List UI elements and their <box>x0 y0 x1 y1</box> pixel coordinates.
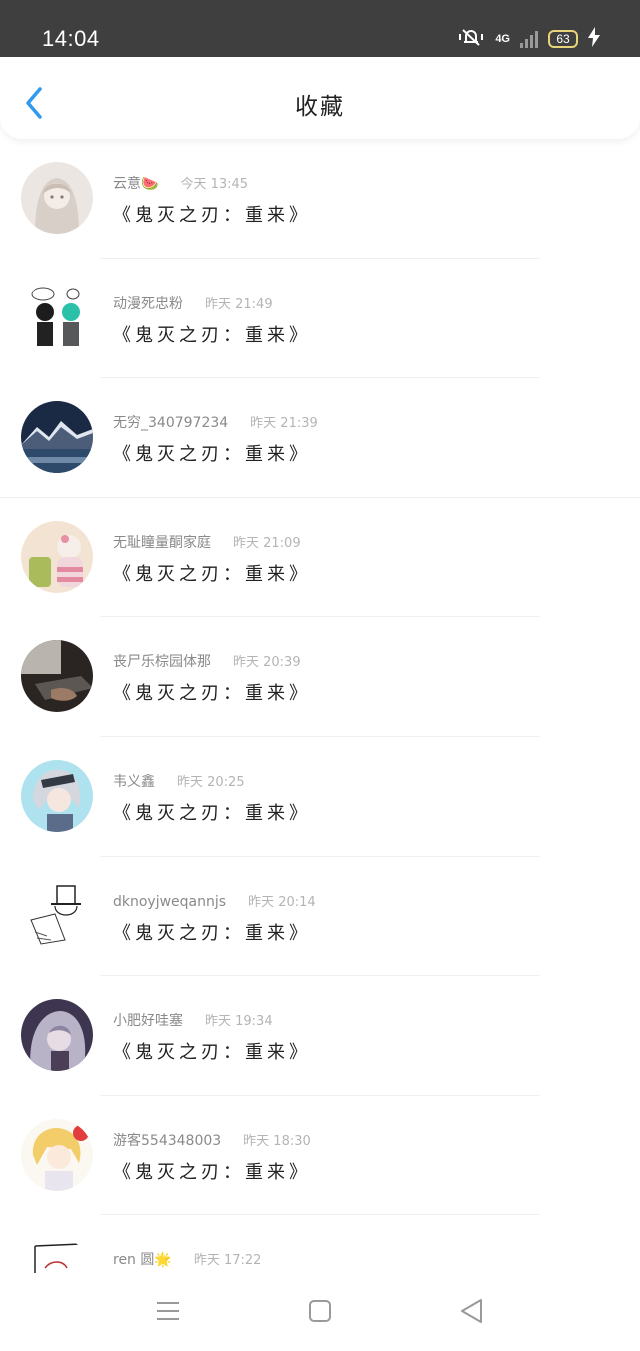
avatar[interactable] <box>21 879 93 952</box>
item-meta: 无耻瞳量酮家庭 昨天 21:09 <box>113 532 301 552</box>
item-meta: 小肥好哇塞 昨天 19:34 <box>113 1010 273 1030</box>
item-meta: 动漫死忠粉 昨天 21:49 <box>113 293 273 313</box>
favorite-title[interactable]: 《鬼灭之刃：重来》 <box>113 919 311 945</box>
timestamp: 昨天 21:39 <box>250 416 318 432</box>
list-item[interactable]: dknoyjweqannjs 昨天 20:14 《鬼灭之刃：重来》 <box>0 857 640 977</box>
timestamp: 昨天 21:09 <box>233 535 301 551</box>
timestamp: 昨天 20:39 <box>233 655 301 671</box>
system-nav-bar <box>0 1273 640 1351</box>
favorite-title[interactable]: 《鬼灭之刃：重来》 <box>113 799 311 825</box>
favorite-title[interactable]: 《鬼灭之刃：重来》 <box>113 1038 311 1064</box>
menu-icon <box>157 1302 179 1320</box>
home-button[interactable] <box>302 1293 338 1329</box>
signal-icon <box>520 30 538 48</box>
list-item[interactable]: 韦义鑫 昨天 20:25 《鬼灭之刃：重来》 <box>0 737 640 857</box>
status-time: 14:04 <box>42 26 100 51</box>
page-title: 收藏 <box>295 94 345 120</box>
favorite-title[interactable]: 《鬼灭之刃：重来》 <box>113 440 311 466</box>
favorites-list: 云意🍉 今天 13:45 《鬼灭之刃：重来》 动漫死忠粉 昨天 21:49 《鬼… <box>0 139 640 1273</box>
list-item[interactable]: ren 圆🌟 昨天 17:22 <box>0 1215 640 1273</box>
timestamp: 昨天 20:14 <box>248 894 316 910</box>
menu-button[interactable] <box>150 1293 186 1329</box>
item-meta: 云意🍉 今天 13:45 <box>113 173 248 193</box>
list-item[interactable]: 云意🍉 今天 13:45 《鬼灭之刃：重来》 <box>0 139 640 259</box>
user-name[interactable]: 无穷_340797234 <box>113 412 228 432</box>
user-name[interactable]: 小肥好哇塞 <box>113 1010 183 1030</box>
list-item[interactable]: 小肥好哇塞 昨天 19:34 《鬼灭之刃：重来》 <box>0 976 640 1096</box>
list-item[interactable]: 无耻瞳量酮家庭 昨天 21:09 《鬼灭之刃：重来》 <box>0 498 640 618</box>
status-bar: 14:04 4G 63 <box>0 0 640 57</box>
favorite-title[interactable]: 《鬼灭之刃：重来》 <box>113 321 311 347</box>
mute-vibrate-icon <box>457 26 485 52</box>
home-square-icon <box>309 1300 331 1322</box>
favorite-title[interactable]: 《鬼灭之刃：重来》 <box>113 679 311 705</box>
user-name[interactable]: 游客554348003 <box>113 1130 221 1150</box>
item-meta: 游客554348003 昨天 18:30 <box>113 1130 311 1150</box>
user-name[interactable]: dknoyjweqannjs <box>113 894 226 910</box>
list-item[interactable]: 丧尸乐棕园体那 昨天 20:39 《鬼灭之刃：重来》 <box>0 617 640 737</box>
header: 收藏 <box>0 57 640 139</box>
user-name[interactable]: 云意🍉 <box>113 173 158 193</box>
avatar[interactable] <box>21 1238 93 1273</box>
network-type: 4G <box>495 33 510 45</box>
avatar[interactable] <box>21 999 93 1072</box>
back-nav-button[interactable] <box>454 1293 490 1329</box>
user-name[interactable]: 丧尸乐棕园体那 <box>113 651 211 671</box>
avatar[interactable] <box>21 520 93 593</box>
item-meta: ren 圆🌟 昨天 17:22 <box>113 1249 261 1269</box>
timestamp: 昨天 17:22 <box>193 1253 262 1269</box>
battery-icon: 63 <box>548 30 578 48</box>
avatar[interactable] <box>21 760 93 832</box>
list-item[interactable]: 动漫死忠粉 昨天 21:49 《鬼灭之刃：重来》 <box>0 259 640 379</box>
avatar[interactable] <box>21 281 93 354</box>
back-triangle-icon <box>461 1299 482 1323</box>
timestamp: 今天 13:45 <box>180 177 249 192</box>
list-item[interactable]: 游客554348003 昨天 18:30 《鬼灭之刃：重来》 <box>0 1096 640 1216</box>
avatar[interactable] <box>21 401 93 474</box>
avatar[interactable] <box>21 162 93 234</box>
item-meta: 无穷_340797234 昨天 21:39 <box>113 412 318 432</box>
list-item[interactable]: 无穷_340797234 昨天 21:39 《鬼灭之刃：重来》 <box>0 378 640 498</box>
user-name[interactable]: ren 圆🌟 <box>113 1249 172 1269</box>
item-meta: 丧尸乐棕园体那 昨天 20:39 <box>113 651 301 671</box>
favorite-title[interactable]: 《鬼灭之刃：重来》 <box>113 1158 311 1184</box>
user-name[interactable]: 韦义鑫 <box>113 771 155 791</box>
status-icons: 4G 63 <box>457 26 600 52</box>
item-meta: dknoyjweqannjs 昨天 20:14 <box>113 891 316 910</box>
charging-icon <box>588 27 600 51</box>
avatar[interactable] <box>21 1118 93 1191</box>
user-name[interactable]: 动漫死忠粉 <box>113 293 183 313</box>
item-meta: 韦义鑫 昨天 20:25 <box>113 771 245 791</box>
timestamp: 昨天 18:30 <box>243 1133 311 1149</box>
avatar[interactable] <box>21 640 93 713</box>
timestamp: 昨天 21:49 <box>205 296 273 312</box>
timestamp: 昨天 19:34 <box>205 1014 273 1030</box>
user-name[interactable]: 无耻瞳量酮家庭 <box>113 532 211 552</box>
battery-level: 63 <box>556 32 570 46</box>
favorite-title[interactable]: 《鬼灭之刃：重来》 <box>113 201 311 227</box>
timestamp: 昨天 20:25 <box>177 775 245 790</box>
favorite-title[interactable]: 《鬼灭之刃：重来》 <box>113 560 311 586</box>
